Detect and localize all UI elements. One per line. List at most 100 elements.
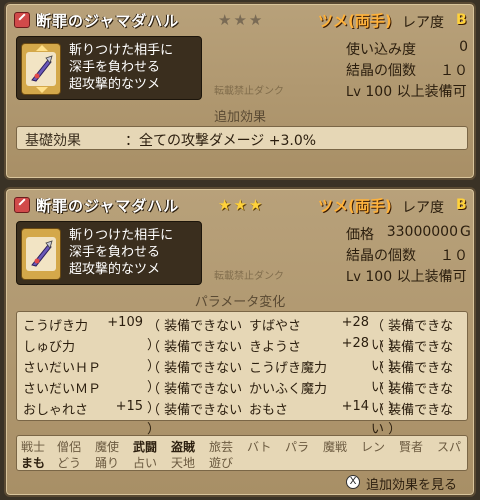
param-name: きようさ: [249, 340, 302, 355]
job-mage: 魔使: [95, 440, 120, 454]
item-icon-frame[interactable]: [21, 43, 61, 95]
price-label: 価格: [346, 227, 374, 243]
param-bonus: +28: [341, 336, 369, 351]
rarity-grade: B: [456, 197, 467, 213]
param-status: （ 装備できない ）: [147, 403, 243, 437]
param-row: かいふく魔力 （ 装備できない ）: [249, 377, 465, 416]
watermark: 転載禁止ダンク: [214, 271, 284, 282]
param-name: しゅび力: [23, 340, 76, 355]
claw-weapon-icon: [31, 55, 53, 82]
crystal-value: １０: [440, 248, 468, 264]
param-row: さいだいＭＰ （ 装備できない ）: [23, 377, 243, 416]
desc-line-1: 斬りつけた相手に: [69, 43, 174, 58]
equippable-jobs-box: 戦士 僧侶 魔使 武闘 盗賊 旅芸 バト パラ 魔戦 レン 賢者 スパ まも ど…: [16, 435, 468, 471]
item-type-icon: [14, 12, 30, 28]
param-row: こうげき力 +109 （ 装備できない ）: [23, 314, 243, 353]
param-name: さいだいＭＰ: [23, 382, 102, 397]
desc-line-3: 超攻撃的なツメ: [69, 77, 161, 92]
item-detail-panel-top: 断罪のジャマダハル ★★★ ツメ(両手) レア度 B 斬りつけた相手に 深手を負…: [4, 2, 476, 180]
desc-line-3: 超攻撃的なツメ: [69, 262, 161, 277]
level-requirement: Lv 100 以上装備可: [346, 266, 467, 286]
view-extra-effect-link[interactable]: 追加効果を見る: [366, 474, 457, 493]
level-prefix: Lv: [346, 270, 361, 285]
crystal-label: 結晶の個数: [346, 63, 416, 79]
claw-weapon-icon: [31, 240, 53, 267]
job-fortune-teller: 占い: [133, 456, 158, 470]
job-battle-master: バト: [247, 440, 272, 454]
item-detail-panel-bottom: 断罪のジャマダハル ★★★ ツメ(両手) レア度 B 斬りつけた相手に 深手を負…: [4, 187, 476, 497]
rarity-stars: ★★★: [218, 196, 265, 214]
item-name: 断罪のジャマダハル: [36, 12, 180, 30]
x-button-icon[interactable]: X: [346, 475, 360, 489]
job-sage: 賢者: [399, 440, 424, 454]
job-thief: 盗賊: [171, 440, 196, 454]
param-row: おしゃれさ +15 （ 装備できない ）: [23, 398, 243, 437]
item-category: ツメ(両手): [318, 12, 392, 30]
job-warrior: 戦士: [21, 440, 46, 454]
param-row: きようさ +28 （ 装備できない ）: [249, 335, 465, 374]
crystal-label: 結晶の個数: [346, 248, 416, 264]
item-category: ツメ(両手): [318, 197, 392, 215]
watermark: 転載禁止ダンク: [214, 86, 284, 97]
parameter-change-box: こうげき力 +109 （ 装備できない ） しゅび力 （ 装備できない ） さい…: [16, 311, 468, 437]
param-row: さいだいＨＰ （ 装備できない ）: [23, 356, 243, 395]
param-name: さいだいＨＰ: [23, 361, 102, 376]
rarity-label: レア度: [402, 200, 444, 216]
job-minstrel: 旅芸: [209, 440, 234, 454]
job-paladin: パラ: [285, 440, 310, 454]
item-icon-frame[interactable]: [21, 228, 61, 280]
param-bonus: +15: [115, 399, 143, 414]
level-suffix: 以上装備可: [396, 269, 467, 285]
arrow-up-icon[interactable]: [36, 45, 48, 51]
param-name: こうげき魔力: [249, 361, 328, 376]
effect-text: ：全ての攻撃ダメージ +3.0%: [125, 133, 317, 149]
param-name: かいふく魔力: [249, 382, 328, 397]
param-row: おもさ +14 （ 装備できない ）: [249, 398, 465, 437]
param-bonus: +109: [107, 315, 143, 330]
job-dancer: 踊り: [95, 456, 120, 470]
param-name: おしゃれさ: [23, 403, 89, 418]
section-title-params: パラメータ変化: [194, 295, 286, 310]
job-magic-knight: 魔戦: [323, 440, 348, 454]
item-type-icon: [14, 197, 30, 213]
price-unit: G: [460, 224, 471, 240]
price-value: 33000000: [386, 224, 458, 240]
param-row: こうげき魔力 （ 装備できない ）: [249, 356, 465, 395]
rarity-stars: ★★★: [218, 11, 265, 29]
param-bonus: +28: [341, 315, 369, 330]
effect-label: 基礎効果: [25, 133, 81, 149]
item-title-row: 断罪のジャマダハル ★★★ ツメ(両手) レア度 B: [6, 193, 474, 219]
job-monster-master: まも: [21, 456, 46, 470]
param-name: おもさ: [249, 403, 289, 418]
rarity-grade: B: [456, 12, 467, 28]
section-title-extra-effect: 追加効果: [213, 110, 266, 125]
job-priest: 僧侶: [57, 440, 82, 454]
usage-value: 0: [459, 39, 468, 55]
arrow-down-icon[interactable]: [36, 87, 48, 93]
param-status: （ 装備できない ）: [371, 403, 454, 437]
job-martial-artist: 武闘: [133, 440, 158, 454]
level-prefix: Lv: [346, 85, 361, 100]
job-superstar: スパ: [437, 440, 462, 454]
level-suffix: 以上装備可: [396, 84, 467, 100]
param-name: こうげき力: [23, 319, 89, 334]
item-description-box: 斬りつけた相手に 深手を負わせる 超攻撃的なツメ: [16, 221, 202, 285]
desc-line-2: 深手を負わせる: [69, 245, 161, 260]
level-value: 100: [365, 269, 393, 285]
param-row: しゅび力 （ 装備できない ）: [23, 335, 243, 374]
item-name: 断罪のジャマダハル: [36, 197, 180, 215]
item-description-box: 斬りつけた相手に 深手を負わせる 超攻撃的なツメ: [16, 36, 202, 100]
rarity-label: レア度: [402, 15, 444, 31]
param-row: すばやさ +28 （ 装備できない ）: [249, 314, 465, 353]
job-itemaster: どう: [57, 456, 82, 470]
usage-label: 使い込み度: [346, 42, 416, 58]
item-title-row: 断罪のジャマダハル ★★★ ツメ(両手) レア度 B: [6, 8, 474, 34]
level-value: 100: [365, 84, 393, 100]
param-name: すばやさ: [249, 319, 302, 334]
crystal-value: １０: [440, 63, 468, 79]
param-bonus: +14: [341, 399, 369, 414]
level-requirement: Lv 100 以上装備可: [346, 81, 467, 101]
extra-effect-box: 基礎効果 ：全ての攻撃ダメージ +3.0%: [16, 126, 468, 150]
desc-line-1: 斬りつけた相手に: [69, 228, 174, 243]
job-tenchi: 天地: [171, 456, 196, 470]
